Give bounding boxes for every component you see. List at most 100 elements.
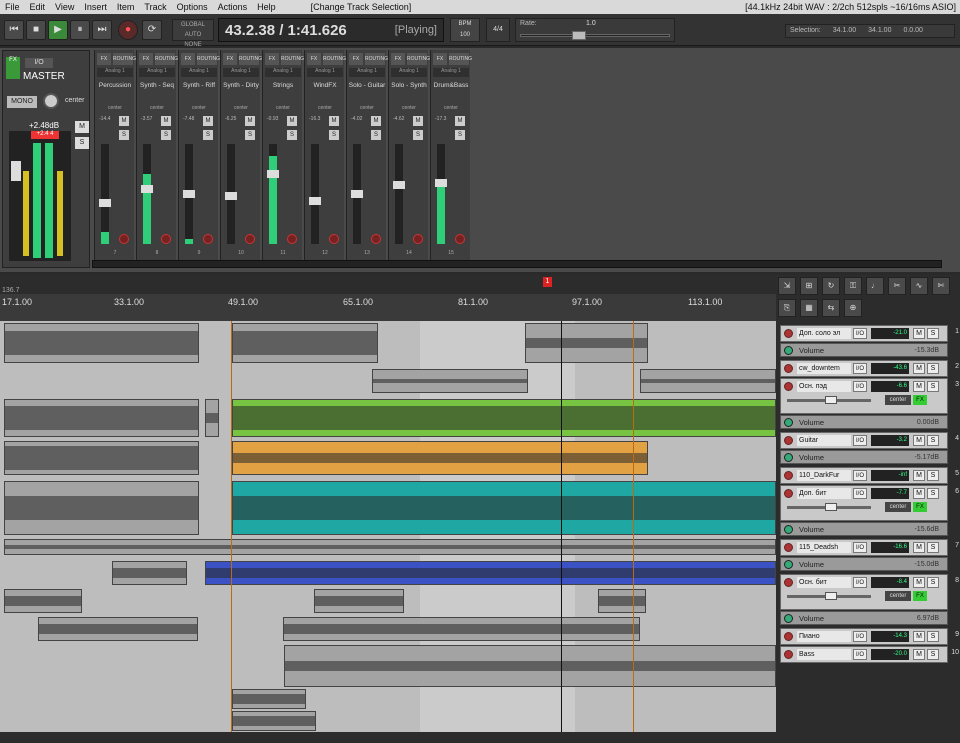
ruler[interactable]: 17.1.00 33.1.00 49.1.00 65.1.00 81.1.00 … [0, 294, 776, 321]
strip-fx-button[interactable]: FX [433, 53, 447, 65]
record-arm-button[interactable] [784, 578, 793, 587]
track-volume-knob[interactable] [825, 396, 837, 404]
master-fader[interactable] [11, 161, 21, 181]
record-arm-button[interactable] [784, 436, 793, 445]
menu-file[interactable]: File [0, 2, 25, 12]
strip-routing-button[interactable]: ROUTING [239, 53, 262, 65]
stop-button[interactable]: ■ [26, 20, 46, 40]
strip-input[interactable]: Analog 1 [349, 68, 385, 77]
strip-name[interactable]: Strings [263, 82, 303, 89]
strip-routing-button[interactable]: ROUTING [281, 53, 304, 65]
strip-fader[interactable] [267, 170, 279, 178]
strip-pan[interactable]: center [305, 105, 345, 111]
master-io-button[interactable]: I/O [25, 58, 53, 68]
strip-mute-button[interactable]: M [245, 116, 255, 126]
envelope-power-button[interactable] [784, 560, 793, 569]
strip-mute-button[interactable]: M [413, 116, 423, 126]
strip-routing-button[interactable]: ROUTING [197, 53, 220, 65]
strip-name[interactable]: Percussion [95, 82, 135, 89]
media-item[interactable] [4, 323, 199, 363]
media-item[interactable] [205, 399, 219, 437]
envelope-lane[interactable]: Volume 6.97dB [780, 611, 948, 625]
master-fx-button[interactable]: FX [6, 57, 20, 79]
strip-record-arm[interactable] [161, 234, 171, 244]
track-io-button[interactable]: I/O [853, 631, 867, 642]
mixer-toggle-icon[interactable]: ⇆ [822, 299, 840, 317]
strip-fx-button[interactable]: FX [307, 53, 321, 65]
strip-solo-button[interactable]: S [455, 130, 465, 140]
lock-icon[interactable]: ⚿ [844, 277, 862, 295]
envelope-lane[interactable]: Volume -5.17dB [780, 450, 948, 464]
media-item[interactable] [4, 441, 199, 475]
strip-routing-button[interactable]: ROUTING [113, 53, 136, 65]
track-header[interactable]: Bass I/O -20.0 M S 10 [780, 646, 959, 663]
media-item[interactable] [38, 617, 198, 641]
strip-name[interactable]: Synth - Riff [179, 82, 219, 89]
media-item[interactable] [4, 481, 199, 535]
strip-fx-button[interactable]: FX [97, 53, 111, 65]
master-pan-knob[interactable] [43, 93, 59, 109]
record-button[interactable]: ● [118, 20, 138, 40]
strip-record-arm[interactable] [413, 234, 423, 244]
rate-slider-knob[interactable] [572, 31, 586, 40]
strip-solo-button[interactable]: S [413, 130, 423, 140]
strip-routing-button[interactable]: ROUTING [407, 53, 430, 65]
track-solo-button[interactable]: S [927, 470, 939, 481]
strip-record-arm[interactable] [455, 234, 465, 244]
mixer-scrollbar[interactable] [92, 260, 942, 268]
strip-record-arm[interactable] [119, 234, 129, 244]
strip-solo-button[interactable]: S [161, 130, 171, 140]
track-name[interactable]: Пиано [797, 631, 851, 642]
record-arm-button[interactable] [784, 382, 793, 391]
strip-fader[interactable] [309, 197, 321, 205]
track-solo-button[interactable]: S [927, 631, 939, 642]
insert-new-icon[interactable]: ⊕ [844, 299, 862, 317]
strip-mute-button[interactable]: M [287, 116, 297, 126]
strip-mute-button[interactable]: M [329, 116, 339, 126]
strip-mute-button[interactable]: M [203, 116, 213, 126]
strip-pan[interactable]: center [221, 105, 261, 111]
track-header[interactable]: 110_DarkFur I/O -inf M S 5 [780, 467, 959, 484]
strip-solo-button[interactable]: S [203, 130, 213, 140]
strip-solo-button[interactable]: S [287, 130, 297, 140]
strip-name[interactable]: WindFX [305, 82, 345, 89]
track-solo-button[interactable]: S [927, 435, 939, 446]
envelope-power-button[interactable] [784, 418, 793, 427]
strip-input[interactable]: Analog 1 [223, 68, 259, 77]
media-item[interactable] [232, 323, 378, 363]
mono-button[interactable]: MONO [7, 96, 37, 108]
track-header[interactable]: Доп. бит I/O -7.7 M S 6 center FX [780, 485, 959, 521]
media-item[interactable] [112, 561, 187, 585]
media-item[interactable] [232, 689, 306, 709]
track-name[interactable]: Доп. соло эл [797, 328, 851, 339]
track-header[interactable]: Осн. бит I/O -8.4 M S 8 center FX [780, 574, 959, 610]
strip-routing-button[interactable]: ROUTING [449, 53, 472, 65]
record-arm-button[interactable] [784, 650, 793, 659]
envelope-power-button[interactable] [784, 346, 793, 355]
media-item[interactable] [598, 589, 646, 613]
strip-fader[interactable] [225, 192, 237, 200]
track-io-button[interactable]: I/O [853, 542, 867, 553]
media-item[interactable] [525, 323, 648, 363]
media-item-pad[interactable] [232, 399, 776, 437]
strip-fx-button[interactable]: FX [181, 53, 195, 65]
strip-mute-button[interactable]: M [371, 116, 381, 126]
menu-help[interactable]: Help [252, 2, 281, 12]
strip-fader[interactable] [351, 190, 363, 198]
track-name[interactable]: Осн. бит [797, 577, 851, 588]
group-icon[interactable]: ▦ [800, 299, 818, 317]
menu-item[interactable]: Item [112, 2, 140, 12]
track-solo-button[interactable]: S [927, 577, 939, 588]
track-mute-button[interactable]: M [913, 381, 925, 392]
selection-start[interactable]: 34.1.00 [833, 25, 856, 37]
track-mute-button[interactable]: M [913, 488, 925, 499]
strip-routing-button[interactable]: ROUTING [323, 53, 346, 65]
horizontal-scrollbar[interactable] [0, 732, 776, 743]
menu-actions[interactable]: Actions [213, 2, 253, 12]
strip-solo-button[interactable]: S [245, 130, 255, 140]
track-io-button[interactable]: I/O [853, 381, 867, 392]
strip-input[interactable]: Analog 1 [265, 68, 301, 77]
track-io-button[interactable]: I/O [853, 363, 867, 374]
strip-mute-button[interactable]: M [455, 116, 465, 126]
pause-button[interactable]: ⏸ [70, 20, 90, 40]
